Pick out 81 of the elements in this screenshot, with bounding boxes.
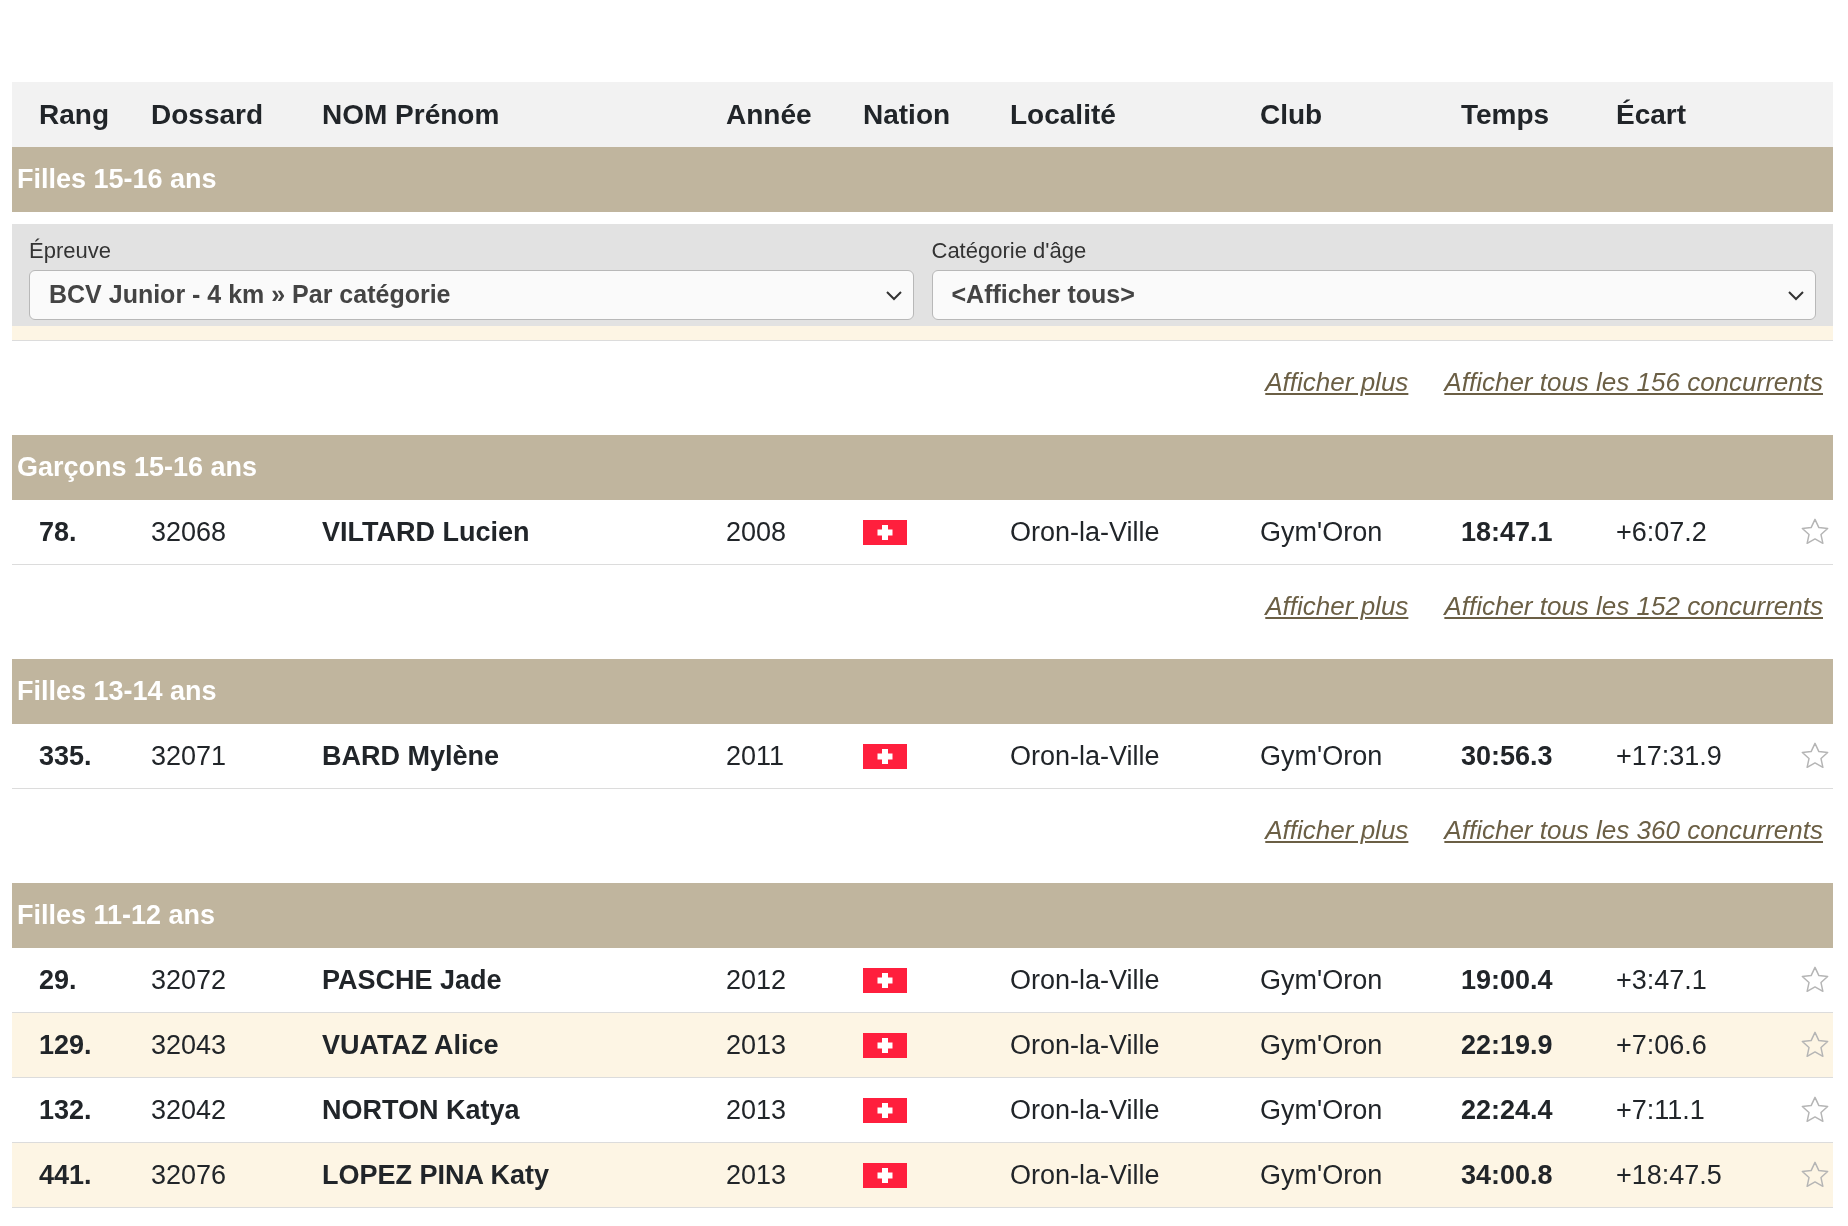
rank-cell-text: 335.: [39, 739, 93, 773]
flag-icon: [863, 519, 907, 545]
club-cell-text: Gym'Oron: [1260, 963, 1384, 997]
show-more-link[interactable]: Afficher tous les 156 concurrents: [1444, 363, 1823, 402]
rank-cell-text: 441.: [39, 1158, 93, 1192]
year-cell-text: 2013: [726, 1093, 788, 1127]
category-header: Filles 11-12 ans: [12, 883, 1833, 948]
name-cell-text: VUATAZ Alice: [322, 1028, 500, 1062]
category-header: Filles 15-16 ans: [12, 147, 1833, 212]
time-cell-text: 19:00.4: [1461, 963, 1554, 997]
bib-cell-text: 32068: [151, 515, 228, 549]
filter-label: Catégorie d'âge: [931, 237, 1088, 265]
bib-cell-text: 32042: [151, 1093, 228, 1127]
gap-cell-text: +3:47.1: [1616, 963, 1708, 997]
gap-cell-text: +7:11.1: [1616, 1093, 1706, 1127]
column-header: Club: [1260, 97, 1324, 132]
name-cell-text: BARD Mylène: [322, 739, 501, 773]
name-cell-text: LOPEZ PINA Katy: [322, 1158, 551, 1192]
year-cell-text: 2008: [726, 515, 788, 549]
show-more-link[interactable]: Afficher plus: [1265, 811, 1409, 850]
name-cell-text: VILTARD Lucien: [322, 515, 531, 549]
filter-label: Épreuve: [29, 237, 112, 265]
locality-cell-text: Oron-la-Ville: [1010, 1158, 1161, 1192]
rank-cell-text: 29.: [39, 963, 78, 997]
time-cell-text: 18:47.1: [1461, 515, 1554, 549]
show-more-link[interactable]: Afficher tous les 152 concurrents: [1444, 587, 1823, 626]
time-cell-text: 22:19.9: [1461, 1028, 1554, 1062]
result-row[interactable]: 129. 32043 VUATAZ Alice 2013 Oron-la-Ville Gym'Oron 22:19.9 +7:06.6: [12, 1013, 1833, 1078]
flag-icon: [863, 967, 907, 993]
result-row[interactable]: 441. 32076 LOPEZ PINA Katy 2013 Oron-la-Ville Gym'Oron 34:00.8 +18:47.5: [12, 1143, 1833, 1208]
club-cell-text: Gym'Oron: [1260, 515, 1384, 549]
club-cell-text: Gym'Oron: [1260, 739, 1384, 773]
chevron-down-icon: [1787, 289, 1805, 301]
category-header: Filles 13-14 ans: [12, 659, 1833, 724]
flag-icon: [863, 1162, 907, 1188]
name-cell-text: NORTON Katya: [322, 1093, 521, 1127]
bib-cell-text: 32043: [151, 1028, 228, 1062]
bib-cell-text: 32072: [151, 963, 228, 997]
filter-select[interactable]: <Afficher tous>: [931, 270, 1816, 320]
filter-select[interactable]: BCV Junior - 4 km » Par catégorie: [29, 270, 914, 320]
year-cell-text: 2011: [726, 739, 786, 773]
year-cell-text: 2013: [726, 1158, 788, 1192]
column-header: Dossard: [151, 97, 265, 132]
locality-cell-text: Oron-la-Ville: [1010, 1093, 1161, 1127]
column-header: Nation: [863, 97, 952, 132]
locality-cell-text: Oron-la-Ville: [1010, 1028, 1161, 1062]
flag-icon: [863, 1032, 907, 1058]
year-cell-text: 2013: [726, 1028, 788, 1062]
column-header: Année: [726, 97, 813, 132]
time-cell-text: 22:24.4: [1461, 1093, 1554, 1127]
time-cell-text: 30:56.3: [1461, 739, 1554, 773]
club-cell-text: Gym'Oron: [1260, 1158, 1384, 1192]
time-cell-text: 34:00.8: [1461, 1158, 1554, 1192]
locality-cell-text: Oron-la-Ville: [1010, 739, 1161, 773]
gap-cell-text: +17:31.9: [1616, 739, 1723, 773]
flag-icon: [863, 743, 907, 769]
bib-cell-text: 32076: [151, 1158, 228, 1192]
locality-cell-text: Oron-la-Ville: [1010, 963, 1161, 997]
gap-cell-text: +6:07.2: [1616, 515, 1708, 549]
club-cell-text: Gym'Oron: [1260, 1093, 1384, 1127]
column-header: Rang: [39, 97, 110, 132]
show-more-link[interactable]: Afficher tous les 360 concurrents: [1444, 811, 1823, 850]
chevron-down-icon: [884, 289, 903, 301]
show-more-link[interactable]: Afficher plus: [1265, 363, 1409, 402]
club-cell-text: Gym'Oron: [1260, 1028, 1384, 1062]
column-header: Temps: [1461, 97, 1551, 132]
column-header: NOM Prénom: [322, 97, 501, 132]
gap-cell-text: +7:06.6: [1616, 1028, 1708, 1062]
column-header: Localité: [1010, 97, 1117, 132]
year-cell-text: 2012: [726, 963, 788, 997]
gap-cell-text: +18:47.5: [1616, 1158, 1723, 1192]
locality-cell-text: Oron-la-Ville: [1010, 515, 1161, 549]
rank-cell-text: 78.: [39, 515, 78, 549]
column-header: Écart: [1616, 97, 1688, 132]
name-cell-text: PASCHE Jade: [322, 963, 503, 997]
rank-cell-text: 132.: [39, 1093, 93, 1127]
category-header: Garçons 15-16 ans: [12, 435, 1833, 500]
flag-icon: [863, 1097, 907, 1123]
bib-cell-text: 32071: [151, 739, 228, 773]
show-more-link[interactable]: Afficher plus: [1265, 587, 1409, 626]
rank-cell-text: 129.: [39, 1028, 93, 1062]
